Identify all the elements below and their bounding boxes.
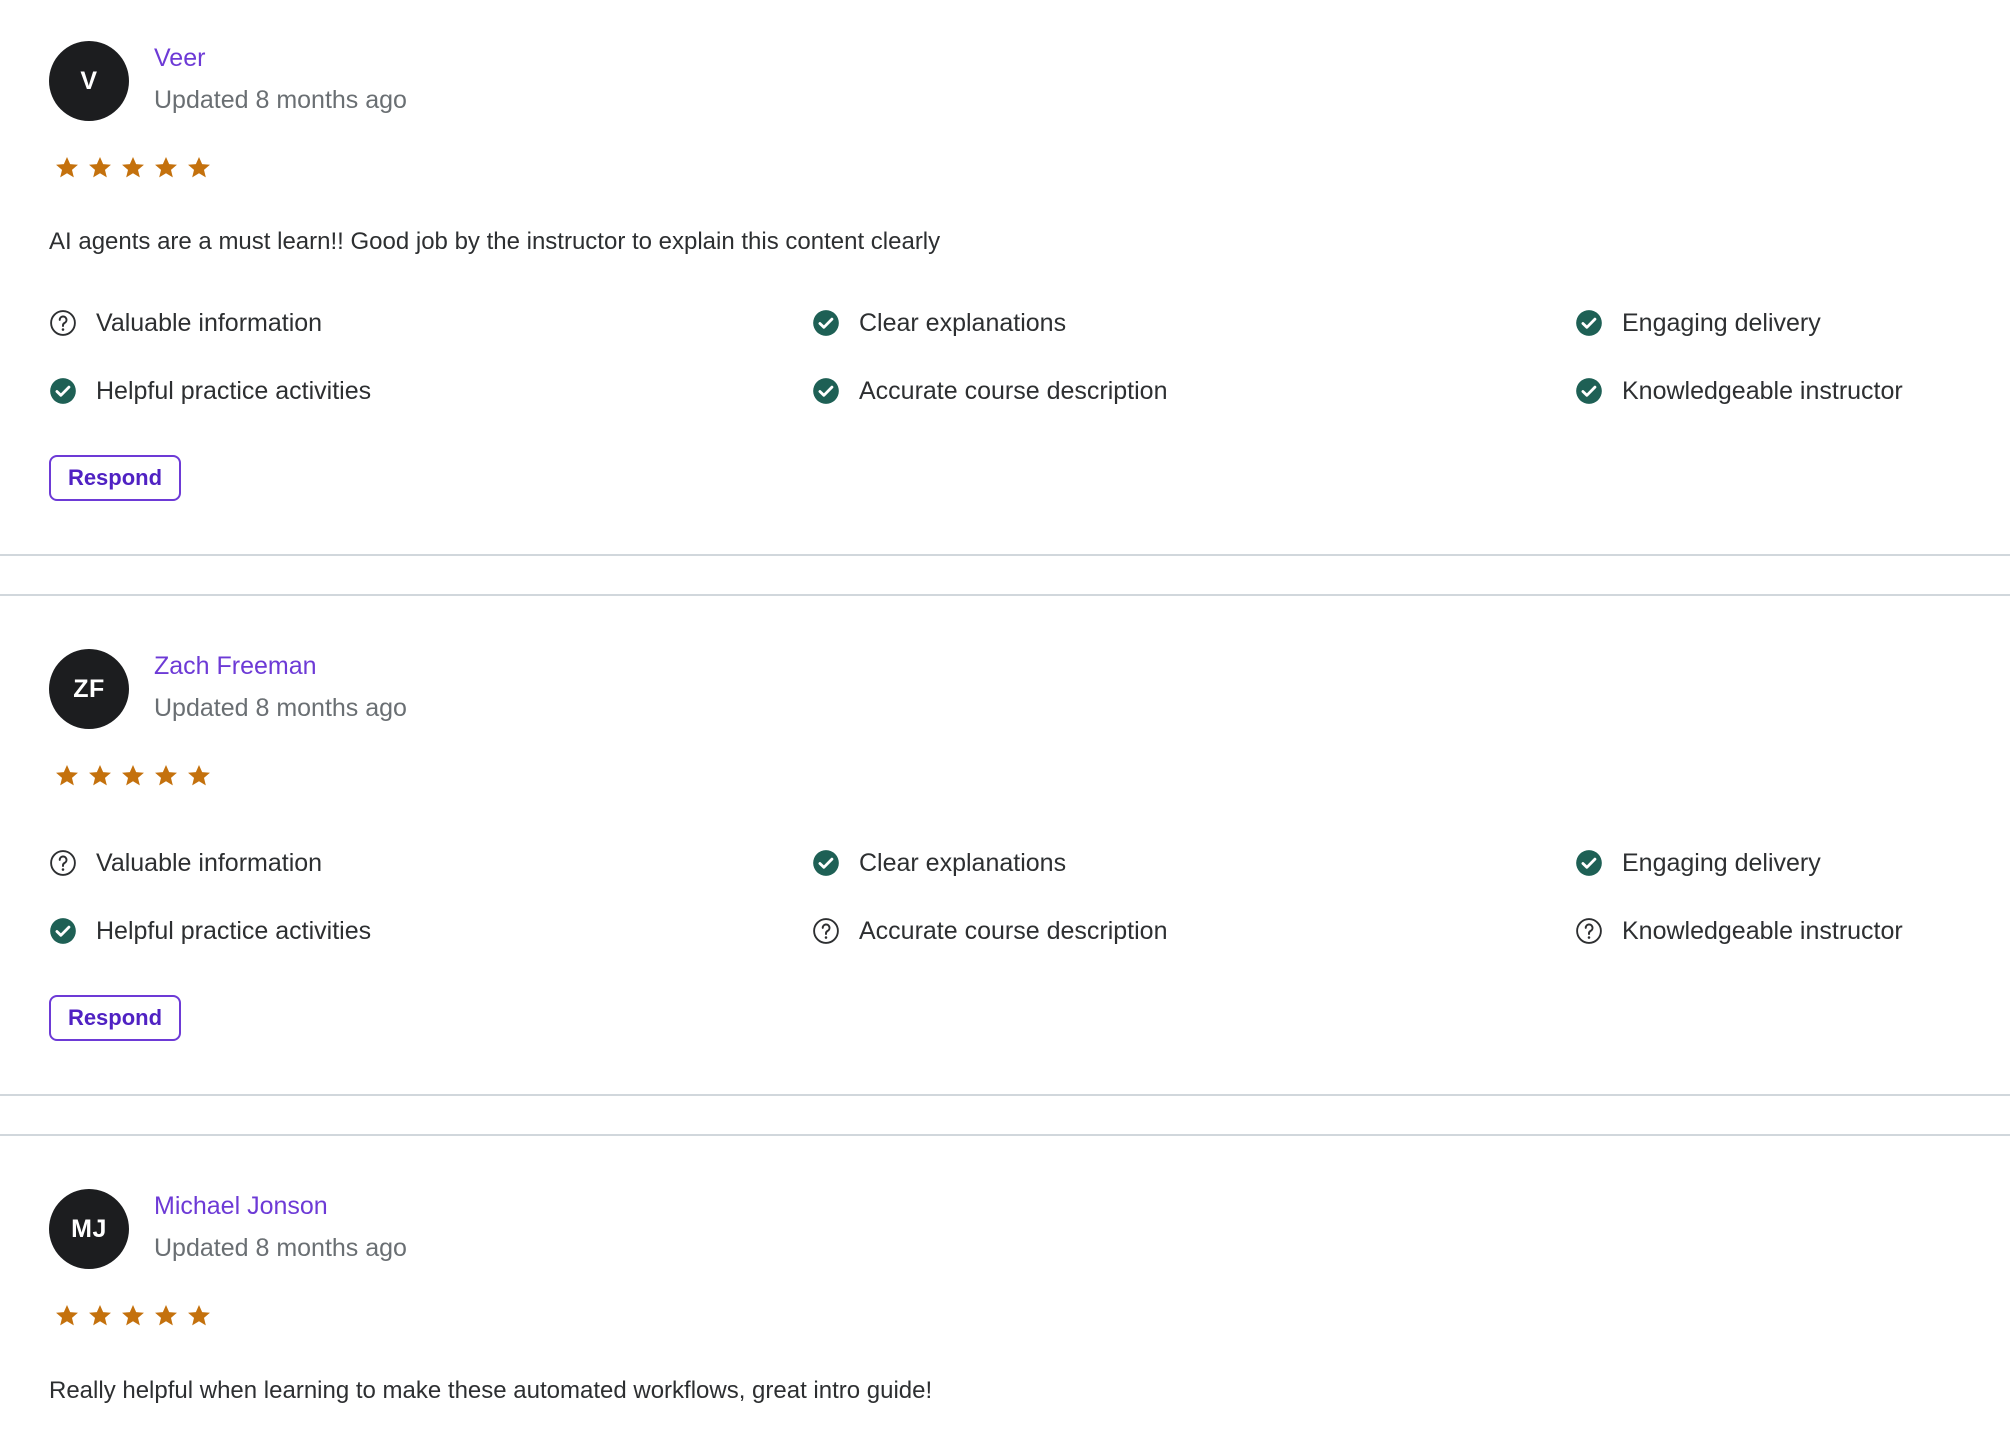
feedback-item: Accurate course description [812, 374, 1167, 408]
feedback-label: Valuable information [96, 848, 323, 877]
feedback-item: Valuable information [49, 846, 322, 880]
question-circle-icon[interactable] [1575, 917, 1603, 945]
star-icon [54, 763, 80, 789]
star-rating [54, 763, 212, 789]
question-circle-icon[interactable] [49, 309, 77, 337]
feedback-grid: Valuable information Clear explanations En… [49, 846, 1989, 981]
star-icon [54, 155, 80, 181]
star-rating [54, 155, 212, 181]
review-comment: Really helpful when learning to make the… [49, 1377, 933, 1404]
check-circle-icon [1575, 377, 1603, 405]
divider [0, 594, 2010, 596]
divider [0, 1094, 2010, 1096]
feedback-item: Clear explanations [812, 306, 1066, 340]
review-timestamp: Updated 8 months ago [154, 86, 407, 114]
feedback-item: Clear explanations [812, 846, 1066, 880]
star-icon [120, 1303, 146, 1329]
feedback-item: Knowledgeable instructor [1575, 914, 1903, 948]
feedback-item: Valuable information [49, 306, 322, 340]
feedback-item: Accurate course description [812, 914, 1167, 948]
feedback-item: Engaging delivery [1575, 306, 1821, 340]
reviewer-name[interactable]: Michael Jonson [154, 1192, 328, 1221]
review-timestamp: Updated 8 months ago [154, 1234, 407, 1262]
star-icon [87, 155, 113, 181]
feedback-label: Valuable information [96, 308, 323, 337]
check-circle-icon [49, 377, 77, 405]
respond-button[interactable]: Respond [49, 995, 181, 1041]
star-icon [153, 763, 179, 789]
avatar[interactable]: MJ [49, 1189, 129, 1269]
feedback-item: Engaging delivery [1575, 846, 1821, 880]
reviewer-name[interactable]: Veer [154, 44, 205, 73]
feedback-label: Helpful practice activities [96, 376, 372, 405]
star-icon [153, 1303, 179, 1329]
divider [0, 1134, 2010, 1136]
feedback-label: Accurate course description [859, 376, 1168, 405]
feedback-label: Clear explanations [859, 308, 1067, 337]
star-icon [120, 155, 146, 181]
check-circle-icon [49, 917, 77, 945]
avatar[interactable]: V [49, 41, 129, 121]
feedback-grid: Valuable information Clear explanations En… [49, 306, 1989, 441]
feedback-label: Knowledgeable instructor [1622, 916, 1903, 945]
feedback-label: Accurate course description [859, 916, 1168, 945]
star-icon [120, 763, 146, 789]
reviews-page: V Veer Updated 8 months ago AI agents ar… [0, 0, 2010, 1440]
question-circle-icon[interactable] [812, 917, 840, 945]
star-icon [87, 763, 113, 789]
feedback-item: Helpful practice activities [49, 914, 371, 948]
feedback-label: Helpful practice activities [96, 916, 372, 945]
review-timestamp: Updated 8 months ago [154, 694, 407, 722]
question-circle-icon[interactable] [49, 849, 77, 877]
star-icon [186, 155, 212, 181]
feedback-label: Clear explanations [859, 848, 1067, 877]
review-comment: AI agents are a must learn!! Good job by… [49, 228, 941, 255]
star-icon [54, 1303, 80, 1329]
star-icon [186, 763, 212, 789]
divider [0, 554, 2010, 556]
feedback-label: Engaging delivery [1622, 308, 1821, 337]
feedback-item: Helpful practice activities [49, 374, 371, 408]
check-circle-icon [812, 849, 840, 877]
star-icon [186, 1303, 212, 1329]
star-icon [87, 1303, 113, 1329]
check-circle-icon [812, 309, 840, 337]
feedback-label: Knowledgeable instructor [1622, 376, 1903, 405]
star-rating [54, 1303, 212, 1329]
check-circle-icon [812, 377, 840, 405]
check-circle-icon [1575, 849, 1603, 877]
feedback-item: Knowledgeable instructor [1575, 374, 1903, 408]
respond-button[interactable]: Respond [49, 455, 181, 501]
check-circle-icon [1575, 309, 1603, 337]
feedback-label: Engaging delivery [1622, 848, 1821, 877]
star-icon [153, 155, 179, 181]
reviewer-name[interactable]: Zach Freeman [154, 652, 317, 681]
avatar[interactable]: ZF [49, 649, 129, 729]
